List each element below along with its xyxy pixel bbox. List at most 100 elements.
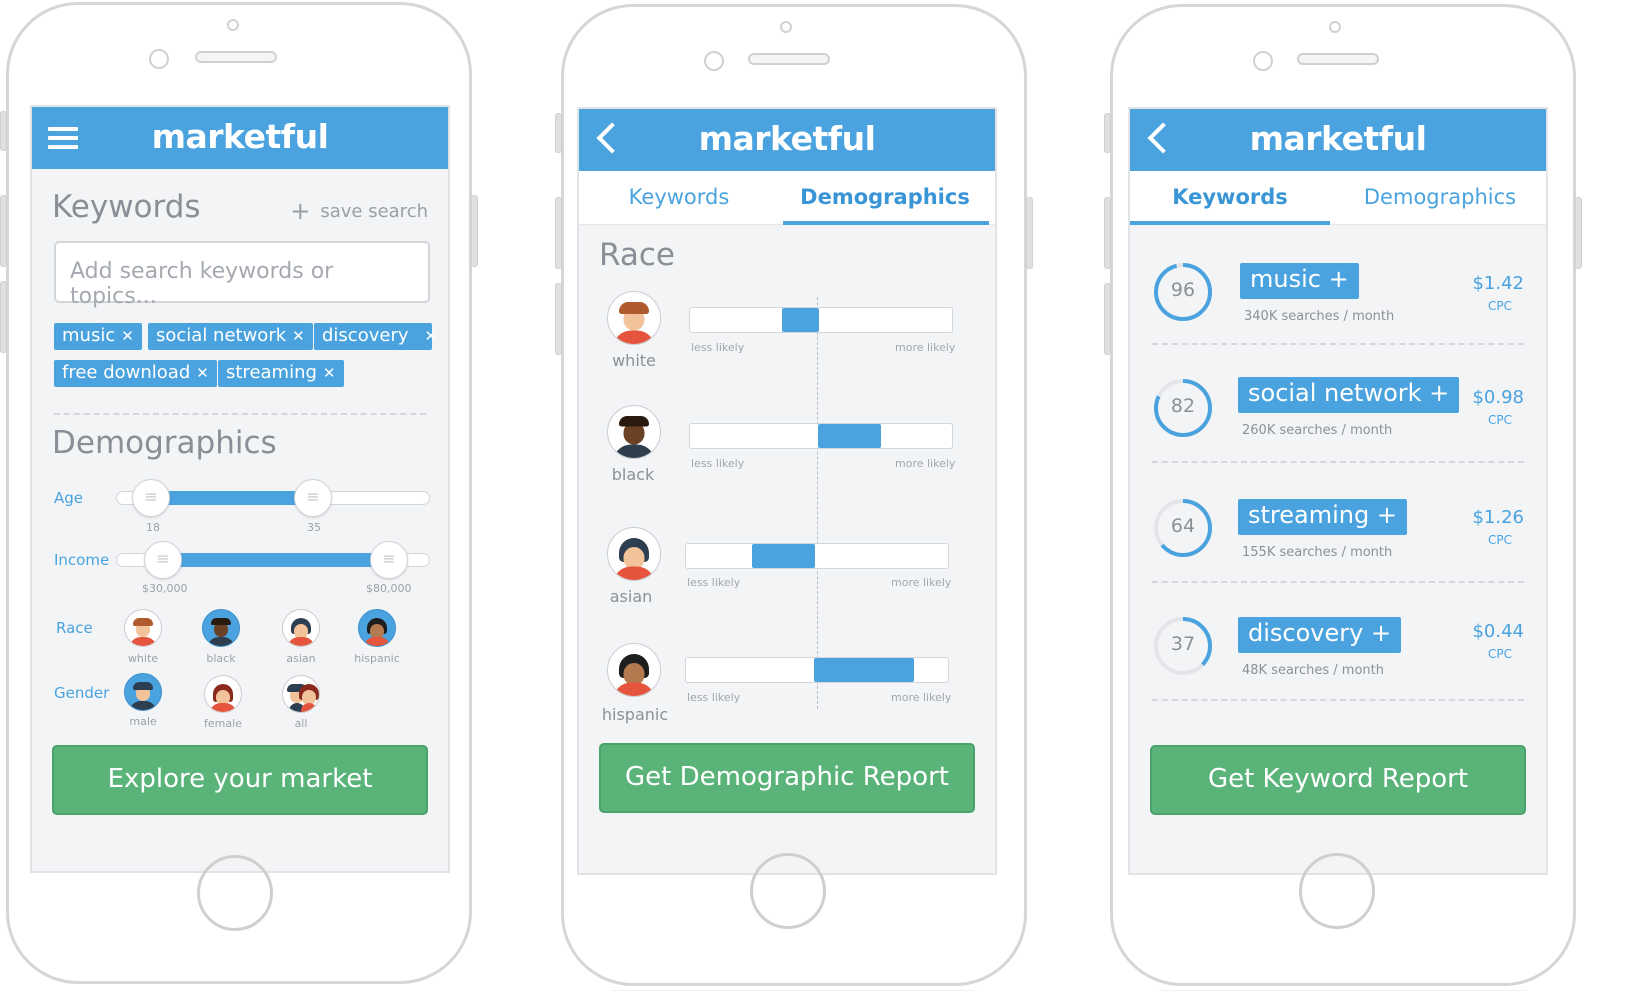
close-icon[interactable]: ✕ [196, 364, 209, 382]
search-volume: 340K searches / month [1244, 309, 1395, 324]
race-portrait-white [607, 291, 661, 345]
demographics-title: Demographics [52, 425, 277, 461]
age-max-handle[interactable] [294, 479, 332, 517]
phone-frame-2: marketful Keywords Demographics Race whi… [555, 4, 1033, 991]
race-caption: hispanic [354, 652, 400, 665]
close-icon[interactable]: ✕ [323, 364, 336, 382]
divider [1152, 699, 1524, 701]
age-range-fill [150, 491, 312, 505]
income-min-handle[interactable] [144, 541, 182, 579]
center-reference-line [817, 297, 818, 709]
plus-icon: + [1369, 501, 1397, 529]
gender-caption: all [294, 717, 308, 730]
divider [1152, 581, 1524, 583]
income-range-fill [162, 553, 390, 567]
race-caption: white [127, 652, 159, 665]
more-likely-label: more likely [891, 576, 952, 589]
gender-option-female[interactable] [204, 675, 242, 713]
score-value: 37 [1170, 633, 1196, 655]
likelihood-fill [782, 308, 819, 332]
likelihood-bar [685, 657, 949, 683]
keyword-chip[interactable]: streaming ✕ [218, 360, 344, 387]
keyword-add-chip[interactable]: streaming + [1238, 499, 1407, 535]
keyword-chip[interactable]: music ✕ [54, 323, 142, 350]
income-max-handle[interactable] [370, 541, 408, 579]
gender-option-male[interactable] [124, 673, 162, 711]
age-label: Age [54, 489, 84, 507]
app-bar: marketful [579, 109, 995, 171]
phone-frame-3: marketful Keywords Demographics 96 music… [1104, 4, 1582, 991]
cpc-price: $1.26 [1472, 507, 1524, 528]
home-button [1299, 853, 1375, 929]
screen-demographics: marketful Keywords Demographics Race whi… [577, 107, 997, 875]
less-likely-label: less likely [687, 576, 741, 589]
race-option-asian[interactable] [282, 609, 320, 647]
search-volume: 155K searches / month [1242, 545, 1393, 560]
race-option-white[interactable] [124, 609, 162, 647]
brand-logo: marketful [151, 117, 329, 156]
plus-icon: + [1320, 265, 1349, 293]
likelihood-fill [814, 658, 914, 682]
close-icon[interactable]: ✕ [292, 327, 305, 345]
tab-demographics[interactable]: Demographics [1340, 185, 1540, 209]
less-likely-label: less likely [691, 341, 745, 354]
screen-keywords: marketful Keywords Demographics 96 music… [1128, 107, 1548, 875]
race-portrait-hispanic [607, 643, 661, 697]
close-icon[interactable]: ✕ [121, 327, 134, 345]
keyword-chip[interactable]: social network ✕ [148, 323, 313, 350]
brand-logo: marketful [1249, 119, 1427, 158]
home-button [750, 853, 826, 929]
gender-option-all[interactable] [282, 675, 320, 713]
keyword-add-chip[interactable]: discovery + [1238, 617, 1402, 653]
tab-demographics[interactable]: Demographics [785, 185, 985, 209]
race-name: asian [609, 587, 653, 606]
score-value: 82 [1170, 395, 1196, 417]
divider [1152, 461, 1524, 463]
cpc-label: CPC [1488, 413, 1512, 427]
more-likely-label: more likely [895, 457, 956, 470]
age-min-handle[interactable] [132, 479, 170, 517]
less-likely-label: less likely [687, 691, 741, 704]
tab-keywords[interactable]: Keywords [1130, 185, 1330, 209]
race-caption: black [206, 652, 236, 665]
search-volume: 48K searches / month [1242, 663, 1384, 678]
gender-caption: male [129, 715, 157, 728]
app-bar: marketful [32, 107, 448, 169]
race-name: white [612, 351, 656, 370]
explore-market-button[interactable]: Explore your market [52, 745, 428, 815]
cpc-price: $0.98 [1472, 387, 1524, 408]
score-value: 64 [1170, 515, 1196, 537]
race-title: Race [599, 237, 675, 273]
race-name: black [611, 465, 655, 484]
divider [54, 413, 426, 415]
screen-search: marketful Keywords + save search Add sear… [30, 105, 450, 873]
race-name: hispanic [601, 705, 669, 724]
demographic-report-button[interactable]: Get Demographic Report [599, 743, 975, 813]
race-portrait-asian [607, 527, 661, 581]
active-tab-indicator [783, 221, 989, 225]
income-label: Income [54, 551, 110, 569]
keywords-title: Keywords [52, 189, 201, 225]
race-portrait-black [607, 405, 661, 459]
tab-bar: Keywords Demographics [1130, 171, 1546, 225]
keyword-chip[interactable]: free download ✕ [54, 360, 217, 387]
keyword-add-chip[interactable]: music + [1240, 263, 1359, 299]
tab-keywords[interactable]: Keywords [579, 185, 779, 209]
race-option-black[interactable] [202, 609, 240, 647]
race-option-hispanic[interactable] [358, 609, 396, 647]
close-icon[interactable]: ✕ [425, 327, 438, 345]
less-likely-label: less likely [691, 457, 745, 470]
search-input[interactable]: Add search keywords or topics... [54, 241, 430, 309]
keyword-add-chip[interactable]: social network + [1238, 377, 1460, 413]
income-max-value: $80,000 [366, 582, 412, 595]
likelihood-bar [689, 423, 953, 449]
keyword-report-button[interactable]: Get Keyword Report [1150, 745, 1526, 815]
keyword-chip[interactable]: discovery ✕ [314, 323, 437, 350]
save-search-button[interactable]: + save search [290, 197, 428, 225]
likelihood-bar [689, 307, 953, 333]
race-caption: asian [286, 652, 316, 665]
cpc-price: $1.42 [1472, 273, 1524, 294]
score-value: 96 [1170, 279, 1196, 301]
tab-bar: Keywords Demographics [579, 171, 995, 225]
income-min-value: $30,000 [142, 582, 188, 595]
